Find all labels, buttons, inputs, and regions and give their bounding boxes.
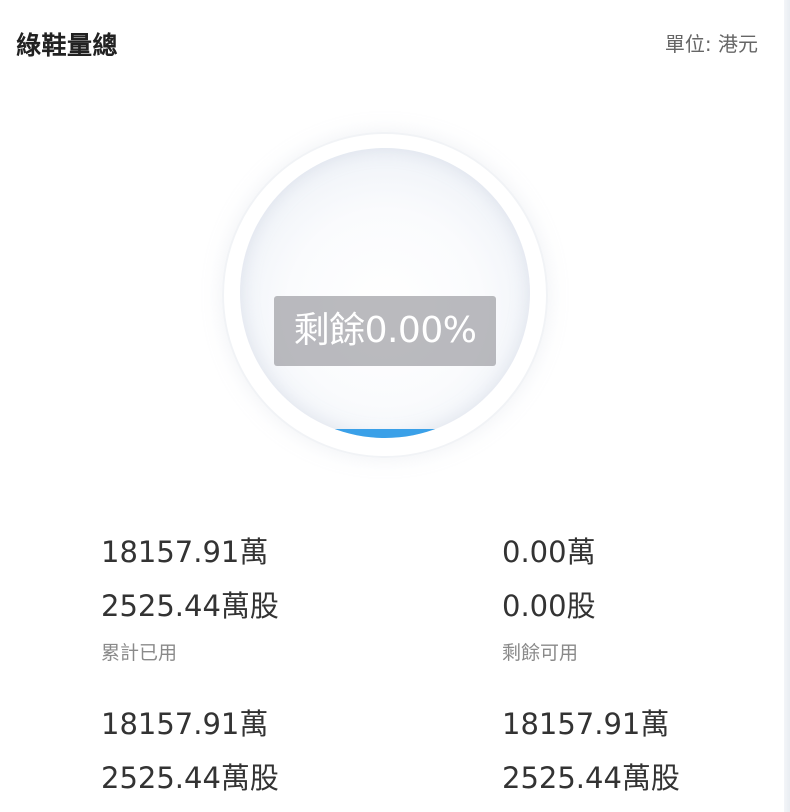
stat-shares: 2525.44萬股	[101, 761, 279, 795]
panel-edge	[784, 0, 790, 812]
gauge-fill-level	[240, 429, 530, 438]
stat-caption: 累計已用	[101, 642, 178, 664]
unit-label: 單位: 港元	[664, 32, 758, 56]
stat-used: 18157.91萬 2525.44萬股 累計已用	[101, 534, 421, 664]
stat-amount: 18157.91萬	[502, 707, 670, 741]
stat-shares: 2525.44萬股	[101, 589, 279, 623]
panel-header: 綠鞋量總 單位: 港元	[0, 0, 784, 90]
greenshoe-summary-panel: 綠鞋量總 單位: 港元 剩餘0.00% 18157.91萬 2525.44萬股 …	[0, 0, 790, 812]
stat-amount: 18157.91萬	[101, 535, 269, 569]
stat-total-left: 18157.91萬 2525.44萬股	[101, 706, 421, 812]
gauge-circle	[240, 148, 530, 438]
stat-shares: 0.00股	[502, 589, 596, 623]
stat-remaining: 0.00萬 0.00股 剩餘可用	[502, 534, 790, 664]
stat-shares: 2525.44萬股	[502, 761, 680, 795]
stat-amount: 0.00萬	[502, 535, 596, 569]
panel-title: 綠鞋量總	[16, 31, 119, 60]
stat-caption: 剩餘可用	[502, 642, 579, 664]
gauge-remaining-label: 剩餘0.00%	[274, 296, 496, 366]
stat-total-right: 18157.91萬 2525.44萬股	[502, 706, 790, 812]
stat-amount: 18157.91萬	[101, 707, 269, 741]
remaining-gauge: 剩餘0.00%	[222, 132, 548, 458]
